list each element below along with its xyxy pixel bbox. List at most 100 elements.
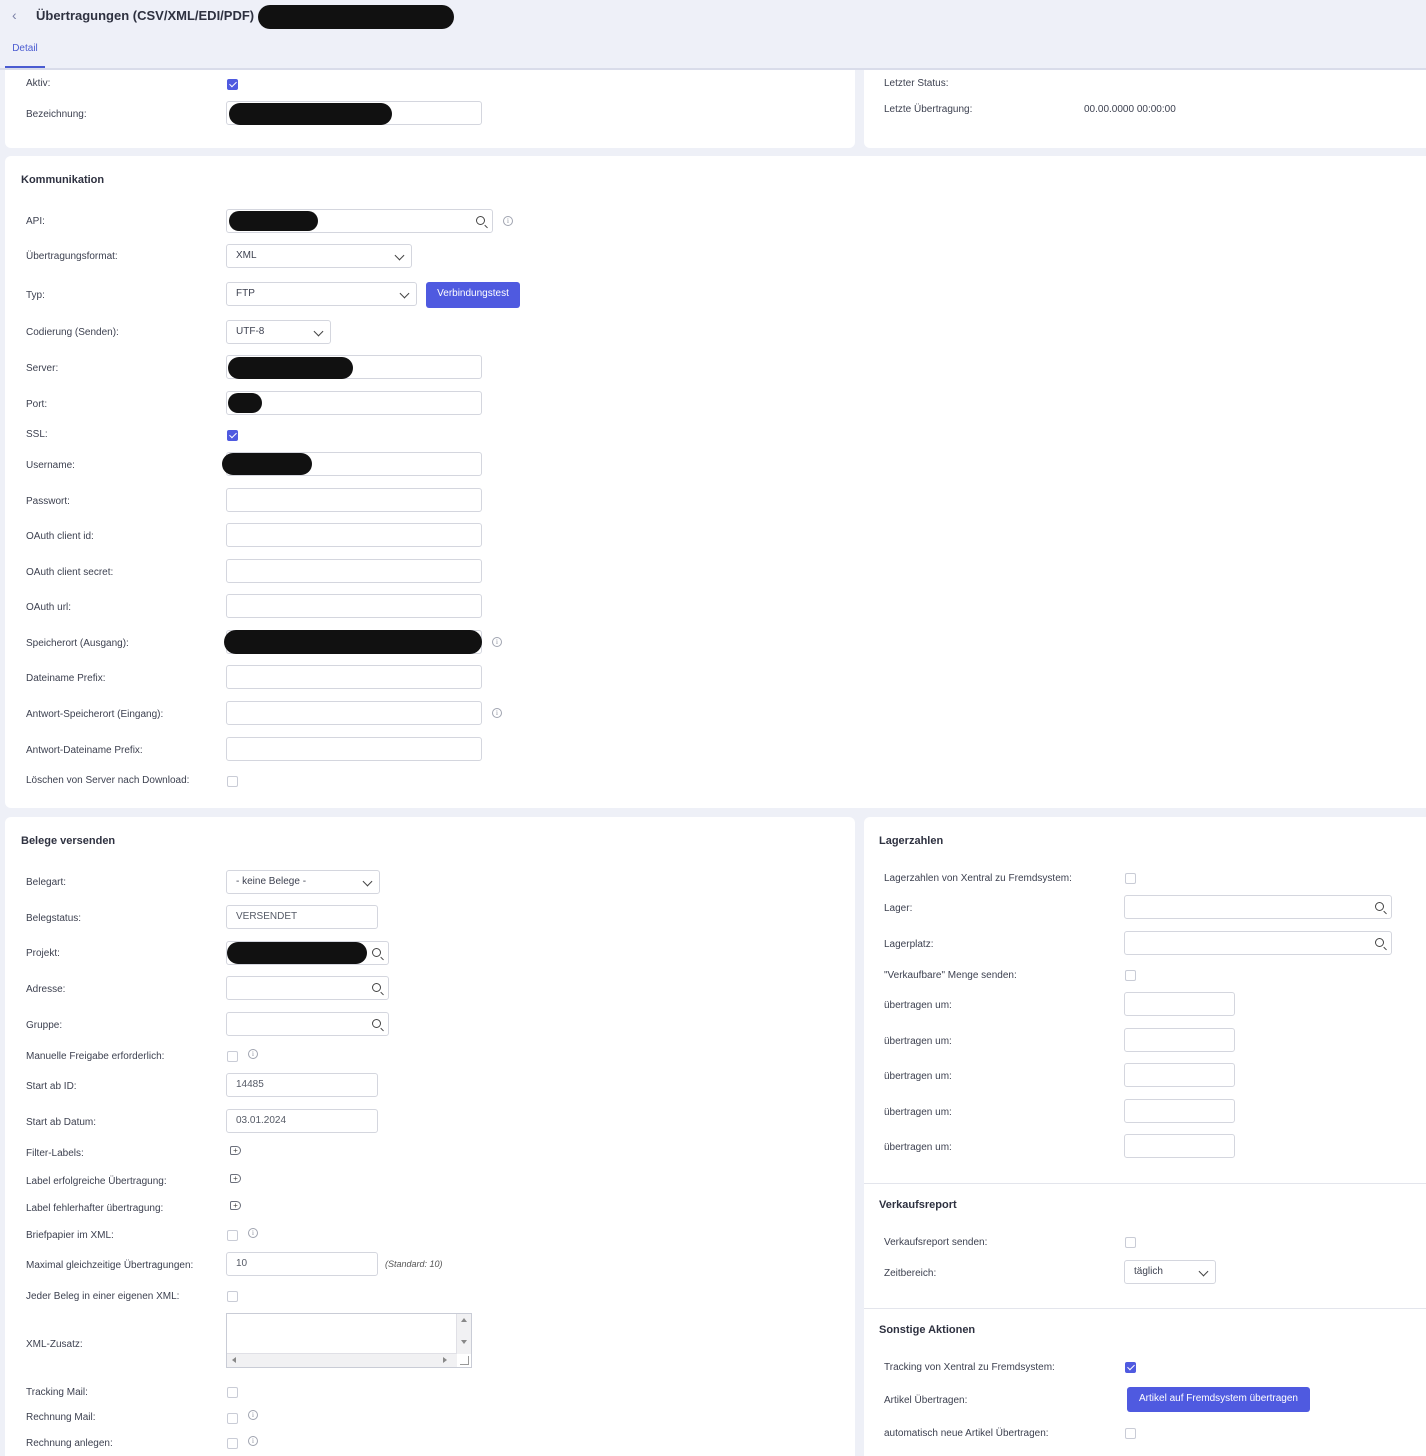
- back-chevron-icon[interactable]: ‹: [12, 7, 17, 23]
- gruppe-input[interactable]: [226, 1012, 389, 1036]
- search-icon[interactable]: [1375, 938, 1384, 947]
- chevron-down-icon: [394, 250, 405, 261]
- add-label-icon[interactable]: +: [230, 1201, 241, 1210]
- scroll-down-icon[interactable]: [461, 1340, 467, 1344]
- vertical-scrollbar[interactable]: [456, 1314, 471, 1354]
- redacted-value: [229, 211, 318, 231]
- rechnung-anlegen-checkbox[interactable]: [227, 1438, 238, 1449]
- xml-zusatz-textarea[interactable]: [226, 1313, 472, 1368]
- oauth-url-input[interactable]: [226, 594, 482, 618]
- speicherort-label: Speicherort (Ausgang):: [26, 638, 129, 649]
- info-icon[interactable]: i: [248, 1049, 258, 1059]
- add-label-icon[interactable]: +: [230, 1146, 241, 1155]
- freigabe-checkbox[interactable]: [227, 1051, 238, 1062]
- verkaufsreport-senden-label: Verkaufsreport senden:: [884, 1237, 988, 1248]
- start-datum-input[interactable]: 03.01.2024: [226, 1109, 378, 1133]
- verkaufsreport-senden-checkbox[interactable]: [1125, 1237, 1136, 1248]
- lager-heading: Lagerzahlen: [879, 835, 944, 847]
- belegstatus-label: Belegstatus:: [26, 913, 82, 924]
- section-divider: [864, 1183, 1426, 1184]
- search-icon[interactable]: [1375, 902, 1384, 911]
- belegstatus-input[interactable]: VERSENDET: [226, 905, 378, 929]
- passwort-input[interactable]: [226, 488, 482, 512]
- lager-input[interactable]: [1124, 895, 1392, 919]
- auto-artikel-checkbox[interactable]: [1125, 1428, 1136, 1439]
- scroll-right-icon[interactable]: [443, 1357, 447, 1363]
- zeitbereich-select[interactable]: täglich: [1124, 1260, 1216, 1284]
- prefix-input[interactable]: [226, 665, 482, 689]
- max-input[interactable]: 10: [226, 1252, 378, 1276]
- resize-handle-icon[interactable]: [460, 1356, 469, 1365]
- info-icon[interactable]: i: [248, 1410, 258, 1420]
- ssl-checkbox[interactable]: [227, 430, 238, 441]
- scroll-up-icon[interactable]: [461, 1318, 467, 1322]
- label-ok-label: Label erfolgreiche Übertragung:: [26, 1176, 167, 1187]
- search-icon[interactable]: [372, 948, 381, 957]
- info-icon[interactable]: i: [492, 708, 502, 718]
- uebertragen-input-4[interactable]: [1124, 1099, 1235, 1123]
- chevron-down-icon: [313, 326, 324, 337]
- add-label-icon[interactable]: +: [230, 1174, 241, 1183]
- typ-select[interactable]: FTP: [226, 282, 417, 306]
- format-value: XML: [236, 250, 257, 261]
- info-icon[interactable]: i: [248, 1228, 258, 1238]
- search-icon[interactable]: [476, 216, 485, 225]
- antwort-speicherort-input[interactable]: [226, 701, 482, 725]
- search-icon[interactable]: [372, 1019, 381, 1028]
- verkaufbare-checkbox[interactable]: [1125, 970, 1136, 981]
- lagerplatz-input[interactable]: [1124, 931, 1392, 955]
- info-icon[interactable]: i: [492, 637, 502, 647]
- artikel-uebertragen-button[interactable]: Artikel auf Fremdsystem übertragen: [1127, 1387, 1310, 1412]
- zeitbereich-label: Zeitbereich:: [884, 1268, 937, 1279]
- search-icon[interactable]: [372, 983, 381, 992]
- kommunikation-panel: [5, 156, 1426, 808]
- tracking-checkbox[interactable]: [1125, 1362, 1136, 1373]
- uebertragen-input-5[interactable]: [1124, 1134, 1235, 1158]
- verbindungstest-button[interactable]: Verbindungstest: [426, 282, 520, 308]
- eigene-xml-checkbox[interactable]: [227, 1291, 238, 1302]
- aktiv-checkbox[interactable]: [227, 79, 238, 90]
- lagerzahlen-checkbox[interactable]: [1125, 873, 1136, 884]
- info-icon[interactable]: i: [248, 1436, 258, 1446]
- rechnung-anlegen-label: Rechnung anlegen:: [26, 1438, 113, 1449]
- format-select[interactable]: XML: [226, 244, 412, 268]
- verkaufsreport-heading: Verkaufsreport: [879, 1199, 957, 1211]
- uebertragen-input-3[interactable]: [1124, 1063, 1235, 1087]
- aktiv-label: Aktiv:: [26, 78, 51, 89]
- projekt-label: Projekt:: [26, 948, 60, 959]
- belegart-select[interactable]: - keine Belege -: [226, 870, 380, 894]
- antwort-prefix-input[interactable]: [226, 737, 482, 761]
- codierung-select[interactable]: UTF-8: [226, 320, 331, 344]
- typ-value: FTP: [236, 288, 255, 299]
- start-id-input[interactable]: 14485: [226, 1073, 378, 1097]
- scroll-left-icon[interactable]: [232, 1357, 236, 1363]
- port-input[interactable]: [226, 391, 482, 415]
- loeschen-checkbox[interactable]: [227, 776, 238, 787]
- chevron-down-icon: [1198, 1266, 1209, 1277]
- belegart-label: Belegart:: [26, 877, 67, 888]
- format-label: Übertragungsformat:: [26, 251, 118, 262]
- briefpapier-checkbox[interactable]: [227, 1230, 238, 1241]
- tracking-mail-checkbox[interactable]: [227, 1387, 238, 1398]
- redacted-value: [228, 393, 262, 413]
- section-divider: [864, 1308, 1426, 1309]
- oauth-id-input[interactable]: [226, 523, 482, 547]
- sonstige-heading: Sonstige Aktionen: [879, 1324, 976, 1336]
- uebertragen-input-1[interactable]: [1124, 992, 1235, 1016]
- rechnung-mail-checkbox[interactable]: [227, 1413, 238, 1424]
- uebertragen-input-2[interactable]: [1124, 1028, 1235, 1052]
- tracking-label: Tracking von Xentral zu Fremdsystem:: [884, 1362, 1055, 1373]
- codierung-label: Codierung (Senden):: [26, 327, 119, 338]
- oauth-secret-input[interactable]: [226, 559, 482, 583]
- eigene-xml-label: Jeder Beleg in einer eigenen XML:: [26, 1291, 180, 1302]
- redacted-title-suffix: [258, 5, 454, 29]
- horizontal-scrollbar[interactable]: [227, 1353, 457, 1367]
- prefix-label: Dateiname Prefix:: [26, 673, 106, 684]
- redacted-value: [222, 453, 312, 475]
- briefpapier-label: Briefpapier im XML:: [26, 1230, 114, 1241]
- info-icon[interactable]: i: [503, 216, 513, 226]
- label-err-label: Label fehlerhafter übertragung:: [26, 1203, 164, 1214]
- tab-detail[interactable]: Detail: [5, 42, 45, 68]
- page-header: ‹ Übertragungen (CSV/XML/EDI/PDF) Detail: [0, 0, 1426, 70]
- adresse-input[interactable]: [226, 976, 389, 1000]
